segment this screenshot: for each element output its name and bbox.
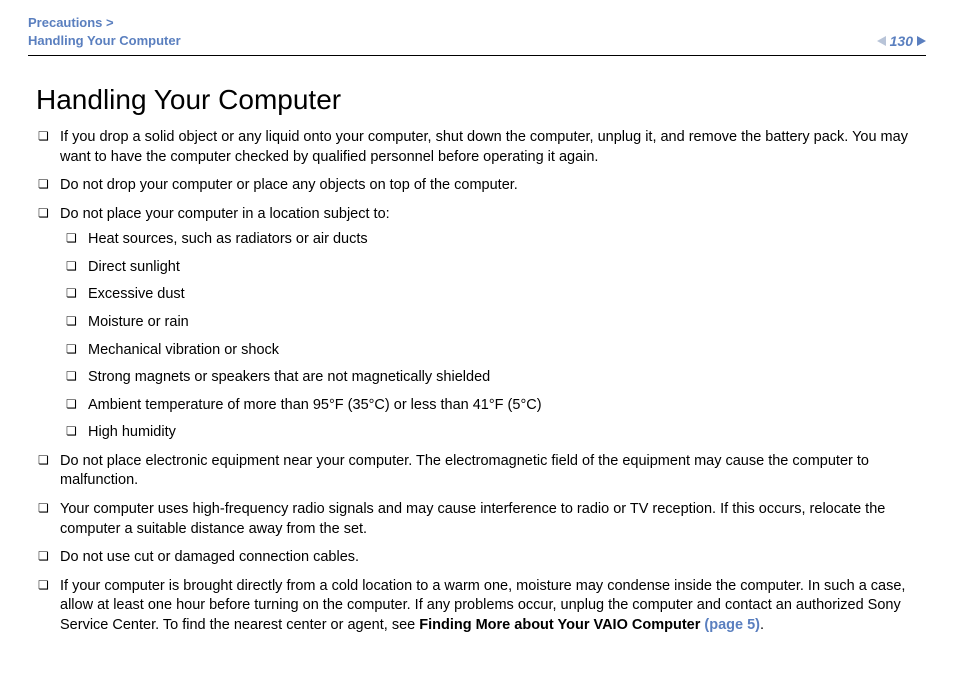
list-item: Ambient temperature of more than 95°F (3… — [60, 396, 918, 416]
list-item: Do not place your computer in a location… — [36, 205, 918, 443]
list-item: Do not use cut or damaged connection cab… — [36, 548, 918, 568]
list-item: If your computer is brought directly fro… — [36, 577, 918, 636]
page-content: Handling Your Computer If you drop a sol… — [28, 56, 926, 635]
list-item: Do not place electronic equipment near y… — [36, 452, 918, 491]
breadcrumb-page: Handling Your Computer — [28, 32, 181, 50]
breadcrumb: Precautions > Handling Your Computer — [28, 14, 181, 49]
list-item: Your computer uses high-frequency radio … — [36, 500, 918, 539]
precautions-list: If you drop a solid object or any liquid… — [36, 128, 918, 635]
page-number: 130 — [888, 33, 915, 49]
list-item: Heat sources, such as radiators or air d… — [60, 230, 918, 250]
page-navigator: 130 — [877, 33, 926, 49]
list-item: Do not drop your computer or place any o… — [36, 176, 918, 196]
reference-title: Finding More about Your VAIO Computer — [419, 617, 704, 633]
list-item: Strong magnets or speakers that are not … — [60, 368, 918, 388]
list-item: High humidity — [60, 423, 918, 443]
sub-list: Heat sources, such as radiators or air d… — [60, 230, 918, 443]
page-title: Handling Your Computer — [36, 84, 918, 116]
list-item: Excessive dust — [60, 285, 918, 305]
list-item: Direct sunlight — [60, 258, 918, 278]
list-item: Mechanical vibration or shock — [60, 341, 918, 361]
page-link[interactable]: (page 5) — [704, 617, 760, 633]
list-item: Moisture or rain — [60, 313, 918, 333]
next-page-icon[interactable] — [917, 36, 926, 46]
list-item: If you drop a solid object or any liquid… — [36, 128, 918, 167]
page-header: Precautions > Handling Your Computer 130 — [28, 14, 926, 56]
prev-page-icon[interactable] — [877, 36, 886, 46]
breadcrumb-section: Precautions > — [28, 14, 181, 32]
